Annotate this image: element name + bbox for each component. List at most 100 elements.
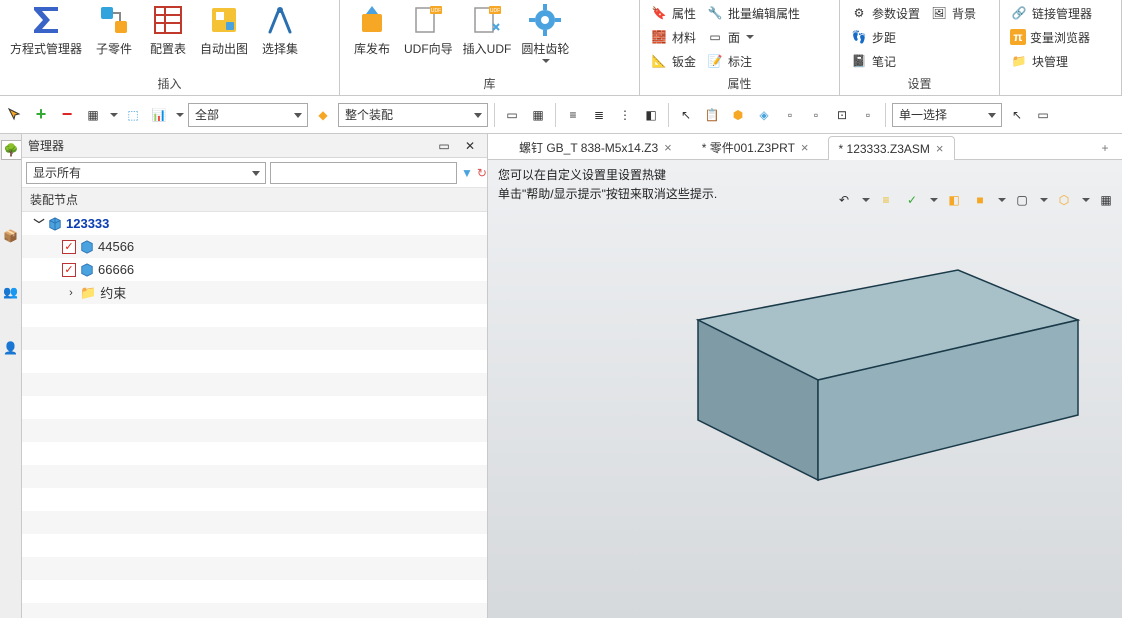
box-shade-icon[interactable]: ◧ [944,190,964,210]
tb-btn[interactable]: ▭ [501,104,523,126]
udf-wizard-button[interactable]: UDF UDF向导 [400,2,457,57]
set-step[interactable]: 👣步距 [850,26,920,48]
wireframe-icon[interactable]: ▢ [1012,190,1032,210]
lib-publish-button[interactable]: 库发布 [346,2,398,57]
undo-icon[interactable]: ↶ [834,190,854,210]
bars-button[interactable]: 📊 [148,104,170,126]
subpart-icon [96,2,132,38]
right-select[interactable]: 单一选择 [892,103,1002,127]
close-icon[interactable]: × [664,140,672,155]
tb-btn[interactable]: ↖ [1006,104,1028,126]
cursor-button[interactable] [4,104,26,126]
selection-set-button[interactable]: 选择集 [254,2,306,57]
ribbon-group-insert: 方程式管理器 子零件 配置表 自动出图 选择集 插入 [0,0,340,95]
set-notes[interactable]: 📓笔记 [850,50,920,72]
layers-icon[interactable]: ≡ [876,190,896,210]
label: 配置表 [150,40,186,57]
tb-btn[interactable]: ⊡ [831,104,853,126]
strip-user-icon[interactable]: 👥 [1,282,21,302]
display-filter-select[interactable]: 显示所有 [26,162,266,184]
tb-btn[interactable]: ▭ [1032,104,1054,126]
prop-sheetmetal[interactable]: 📐钣金 [650,50,696,72]
dotted-button[interactable]: ⬚ [122,104,144,126]
ribbon-group-settings: ⚙参数设置 👣步距 📓笔记 🖼背景 设置 [840,0,1000,95]
tb-btn[interactable]: ◈ [753,104,775,126]
minimize-icon[interactable]: ▭ [433,135,455,157]
set-bg[interactable]: 🖼背景 [930,2,976,24]
publish-icon [354,2,390,38]
tb-btn[interactable]: ▫ [805,104,827,126]
gear-button[interactable]: 圆柱齿轮 [517,2,573,63]
var-browser[interactable]: π变量浏览器 [1010,26,1092,48]
tree-root[interactable]: ﹀ 123333 [22,212,487,235]
hint-line: 您可以在自定义设置里设置热键 [498,166,1112,185]
filter1-select[interactable]: 全部 [188,103,308,127]
sigma-icon [28,2,64,38]
grid-button[interactable]: ▦ [82,104,104,126]
tb-btn[interactable]: ▦ [527,104,549,126]
add-button[interactable]: + [30,104,52,126]
tb-btn[interactable]: ≣ [588,104,610,126]
tb-btn[interactable]: ◧ [640,104,662,126]
tree-constraints[interactable]: › 📁 约束 [22,281,487,304]
material-icon: 🧱 [650,28,668,46]
ribbon: 方程式管理器 子零件 配置表 自动出图 选择集 插入 [0,0,1122,96]
eq-manager-button[interactable]: 方程式管理器 [6,2,86,57]
strip-tree-icon[interactable]: 🌳 [1,140,21,160]
auto-draw-icon [206,2,242,38]
hex-icon[interactable]: ⬡ [1054,190,1074,210]
chevron-down-icon [862,198,870,202]
set-params[interactable]: ⚙参数设置 [850,2,920,24]
tb-btn[interactable]: 📋 [701,104,723,126]
subpart-button[interactable]: 子零件 [88,2,140,57]
config-table-button[interactable]: 配置表 [142,2,194,57]
grid-icon[interactable]: ▦ [1096,190,1116,210]
remove-button[interactable]: − [56,104,78,126]
label: 背景 [952,5,976,22]
doc-tab[interactable]: 螺钉 GB_T 838-M5x14.Z3× [508,135,683,159]
tb-cursor[interactable]: ↖ [675,104,697,126]
doc-tab-active[interactable]: * 123333.Z3ASM× [828,136,955,160]
search-input[interactable] [270,162,457,184]
checkbox-icon[interactable]: ✓ [62,263,76,277]
filter2-select[interactable]: 整个装配 [338,103,488,127]
doc-tab[interactable]: * 零件001.Z3PRT× [691,135,820,159]
box-solid-icon[interactable]: ■ [970,190,990,210]
tb-btn[interactable]: ▫ [857,104,879,126]
prop-attrs[interactable]: 🔖属性 [650,2,696,24]
funnel-icon[interactable]: ▼ [461,162,473,184]
expand-icon[interactable]: ﹀ [34,219,44,229]
tb-btn[interactable]: ≡ [562,104,584,126]
tb-btn[interactable]: ⋮ [614,104,636,126]
insert-udf-button[interactable]: UDF 插入UDF [459,2,516,57]
close-icon[interactable]: × [936,141,944,156]
prop-face[interactable]: ▭面 [706,26,800,48]
link-manager[interactable]: 🔗链接管理器 [1010,2,1092,24]
folder-icon: 📁 [1010,52,1028,70]
tb-btn[interactable]: ▫ [779,104,801,126]
group-title: 插入 [6,73,333,93]
close-icon[interactable]: × [801,140,809,155]
tree-child[interactable]: ✓ 44566 [22,235,487,258]
prop-batch-edit[interactable]: 🔧批量编辑属性 [706,2,800,24]
new-tab-button[interactable]: + [1094,137,1116,159]
collapse-icon[interactable]: › [66,288,76,298]
strip-people-icon[interactable]: 👤 [1,338,21,358]
check-icon[interactable]: ✓ [902,190,922,210]
3d-canvas[interactable]: 您可以在自定义设置里设置热键 单击"帮助/显示提示"按钮来取消这些提示. ↶ ≡… [488,160,1122,618]
auto-drawing-button[interactable]: 自动出图 [196,2,252,57]
assembly-icon [48,217,62,231]
refresh-icon[interactable]: ↻ [477,162,487,184]
box-button[interactable]: ◆ [312,104,334,126]
prop-annotation[interactable]: 📝标注 [706,50,800,72]
label: 子零件 [96,40,132,57]
block-manager[interactable]: 📁块管理 [1010,50,1092,72]
strip-cube-icon[interactable]: 📦 [1,226,21,246]
label: 标注 [728,53,752,70]
prop-material[interactable]: 🧱材料 [650,26,696,48]
checkbox-icon[interactable]: ✓ [62,240,76,254]
chevron-down-icon [110,113,118,117]
tree-child[interactable]: ✓ 66666 [22,258,487,281]
close-icon[interactable]: ✕ [459,135,481,157]
tb-btn[interactable]: ⬢ [727,104,749,126]
